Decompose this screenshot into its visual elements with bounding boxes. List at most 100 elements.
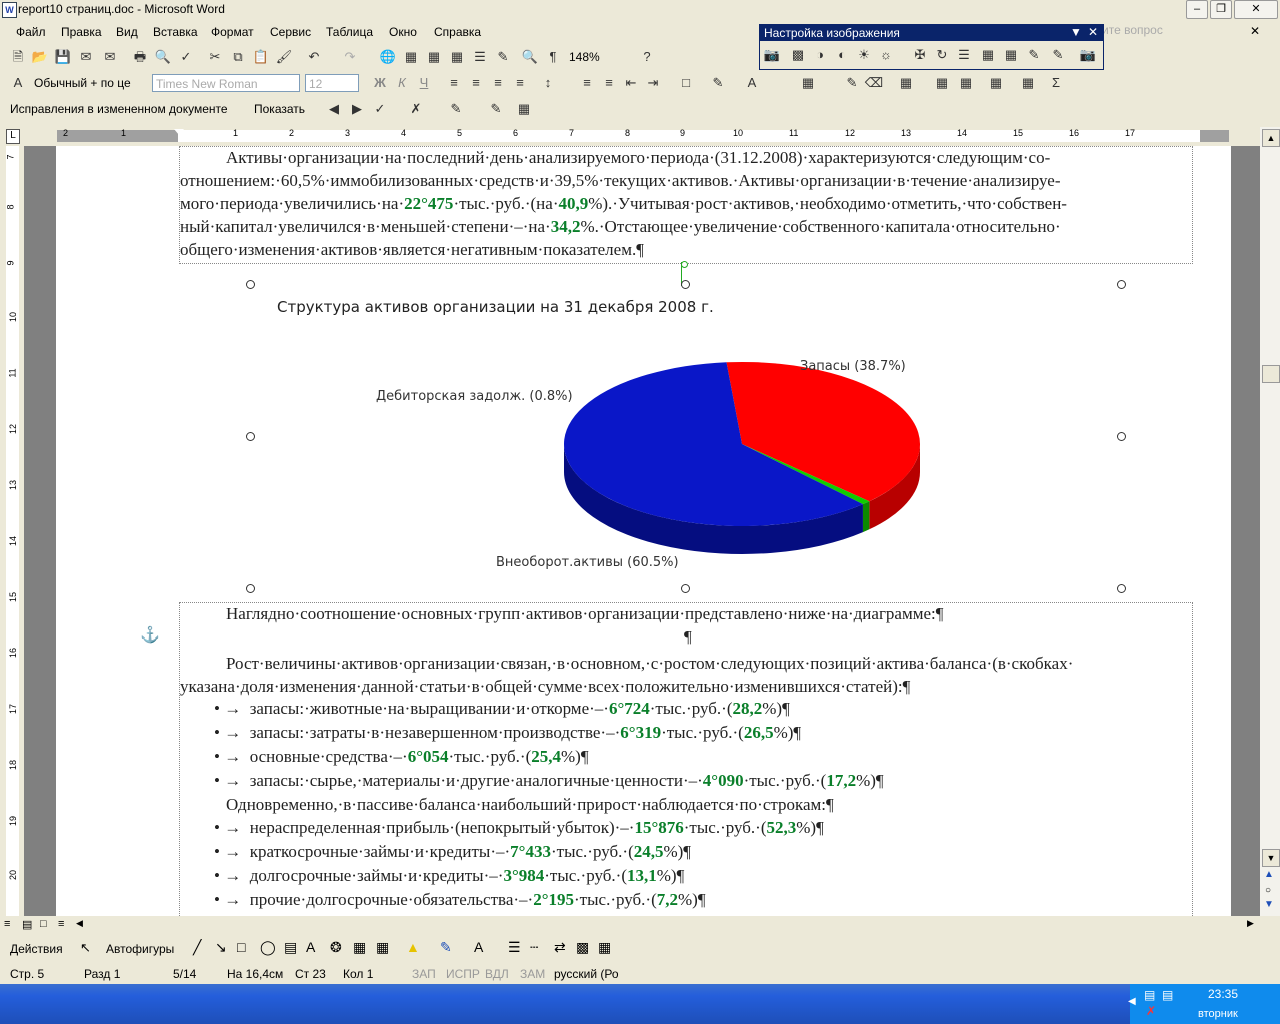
color-icon[interactable]: ▩: [788, 45, 808, 65]
line-color-icon[interactable]: ✎: [440, 939, 452, 956]
chevron-down-icon[interactable]: ▼: [1070, 25, 1082, 39]
draw-actions-menu[interactable]: Действия: [10, 942, 63, 956]
align-right-icon[interactable]: ≡: [488, 73, 508, 93]
menu-table[interactable]: Таблица: [326, 25, 373, 39]
selection-handle[interactable]: [1117, 584, 1126, 593]
normal-view-icon[interactable]: ≡: [4, 918, 10, 930]
copy-icon[interactable]: ⧉: [228, 47, 248, 67]
doc-map-icon[interactable]: 🔍: [520, 47, 540, 67]
autoshapes-menu[interactable]: Автофигуры: [106, 942, 174, 956]
format-painter-icon[interactable]: 🖌: [274, 47, 294, 67]
highlight-icon[interactable]: ✎: [708, 73, 728, 93]
eraser-icon[interactable]: ⌫: [864, 73, 884, 93]
ask-question-field[interactable]: дите вопрос: [1095, 23, 1245, 40]
track-changes-icon[interactable]: ✎: [486, 99, 506, 119]
minimize-button[interactable]: –: [1186, 0, 1208, 19]
tables-borders-icon[interactable]: ▦: [401, 47, 421, 67]
diagram-icon[interactable]: ❂: [330, 939, 342, 956]
show-hide-icon[interactable]: ¶: [543, 47, 563, 67]
crop-icon[interactable]: ✠: [910, 45, 930, 65]
text-wrap-icon[interactable]: ▦: [1001, 45, 1021, 65]
accept-change-icon[interactable]: ✓: [370, 99, 390, 119]
pencil-icon[interactable]: ✎: [842, 73, 862, 93]
close-doc-icon[interactable]: ✕: [1250, 24, 1260, 38]
help-icon[interactable]: ?: [637, 47, 657, 67]
close-icon[interactable]: ✕: [1088, 25, 1098, 39]
scroll-left-button[interactable]: ◀: [76, 918, 83, 929]
menu-format[interactable]: Формат: [211, 25, 254, 39]
markup-mode-select[interactable]: Исправления в измененном документе: [10, 102, 248, 116]
decrease-indent-icon[interactable]: ⇤: [621, 73, 641, 93]
underline-icon[interactable]: Ч: [414, 73, 434, 93]
picture-toolbar-header[interactable]: Настройка изображения ▼ ✕: [760, 25, 1103, 41]
document-area[interactable]: Активы·организации·на·последний·день·ана…: [24, 146, 1260, 916]
word-doc-icon[interactable]: W: [2, 2, 17, 18]
picture-icon[interactable]: ▦: [376, 939, 389, 956]
selection-handle[interactable]: [681, 584, 690, 593]
reviewing-pane-icon[interactable]: ▦: [514, 99, 534, 119]
justify-icon[interactable]: ≡: [510, 73, 530, 93]
page[interactable]: Активы·организации·на·последний·день·ана…: [56, 146, 1231, 916]
previous-page-icon[interactable]: ▲: [1264, 869, 1274, 880]
insert-comment-icon[interactable]: ✎: [446, 99, 466, 119]
permission-icon[interactable]: ✉: [76, 47, 96, 67]
font-select[interactable]: Times New Roman: [152, 74, 300, 92]
clock-day[interactable]: вторник: [1198, 1008, 1238, 1020]
outline-view-icon[interactable]: ≡: [58, 918, 64, 930]
arrow-style-icon[interactable]: ⇄: [554, 939, 566, 956]
clock-time[interactable]: 23:35: [1208, 987, 1238, 1001]
rotate-icon[interactable]: ↻: [932, 45, 952, 65]
format-picture-icon[interactable]: ✎: [1024, 45, 1044, 65]
clipart-icon[interactable]: ▦: [353, 939, 366, 956]
menu-view[interactable]: Вид: [116, 25, 138, 39]
menu-tools[interactable]: Сервис: [270, 25, 311, 39]
horizontal-scrollbar[interactable]: ≡ ▤ □ ≡ ◀ ▶: [0, 916, 1280, 934]
vertical-scrollbar[interactable]: ▲ ▼ ▲ ○ ▼: [1260, 127, 1280, 916]
align-cell-icon[interactable]: ▦: [986, 73, 1006, 93]
distribute-icon[interactable]: ▦: [1018, 73, 1038, 93]
line-style-icon[interactable]: ☰: [954, 45, 974, 65]
rectangle-icon[interactable]: □: [237, 939, 245, 955]
bullets-icon[interactable]: ≡: [599, 73, 619, 93]
undo-icon[interactable]: ↶: [304, 47, 324, 67]
line-style-draw-icon[interactable]: ☰: [508, 939, 521, 956]
borders-icon[interactable]: □: [676, 73, 696, 93]
pie-chart[interactable]: Структура активов организации на 31 дека…: [250, 284, 1120, 584]
scroll-thumb[interactable]: [1262, 365, 1280, 383]
zoom-select[interactable]: 148%: [566, 48, 632, 66]
line-icon[interactable]: ╱: [193, 939, 201, 956]
print-view-icon[interactable]: □: [40, 918, 47, 930]
insert-picture-icon[interactable]: 📷: [762, 45, 782, 65]
scroll-down-button[interactable]: ▼: [1262, 849, 1280, 867]
font-color-icon[interactable]: A: [742, 73, 762, 93]
font-color-draw-icon[interactable]: A: [474, 939, 483, 955]
less-contrast-icon[interactable]: ◐: [832, 45, 852, 65]
3d-icon[interactable]: ▦: [598, 939, 611, 956]
spelling-icon[interactable]: ✓: [176, 47, 196, 67]
table-insert-icon[interactable]: ▦: [896, 73, 916, 93]
select-objects-icon[interactable]: ↖: [80, 940, 91, 956]
previous-change-icon[interactable]: ◀: [324, 99, 344, 119]
save-icon[interactable]: 💾: [53, 47, 73, 67]
picture-toolbar[interactable]: Настройка изображения ▼ ✕ 📷 ▩ ◑ ◐ ☀ ☼ ✠ …: [759, 24, 1104, 70]
compress-icon[interactable]: ▦: [978, 45, 998, 65]
menu-help[interactable]: Справка: [434, 25, 481, 39]
open-icon[interactable]: 📂: [30, 47, 50, 67]
network-icon[interactable]: ▤: [1162, 988, 1173, 1002]
next-change-icon[interactable]: ▶: [347, 99, 367, 119]
font-size-select[interactable]: 12: [305, 74, 359, 92]
align-center-icon[interactable]: ≡: [466, 73, 486, 93]
close-button[interactable]: ✕: [1234, 0, 1278, 19]
restore-button[interactable]: ❐: [1210, 0, 1232, 19]
italic-icon[interactable]: К: [392, 73, 412, 93]
set-transparent-icon[interactable]: ✎: [1048, 45, 1068, 65]
network-error-icon[interactable]: ✗: [1146, 1004, 1156, 1018]
status-trk[interactable]: ИСПР: [446, 967, 480, 981]
insert-table-icon[interactable]: ▦: [424, 47, 444, 67]
split-cells-icon[interactable]: ▦: [956, 73, 976, 93]
columns-icon[interactable]: ☰: [470, 47, 490, 67]
print-icon[interactable]: 🖶: [130, 47, 150, 67]
menu-file[interactable]: Файл: [16, 25, 46, 39]
rotate-handle[interactable]: [681, 261, 688, 268]
hyperlink-icon[interactable]: 🌐: [378, 47, 398, 67]
